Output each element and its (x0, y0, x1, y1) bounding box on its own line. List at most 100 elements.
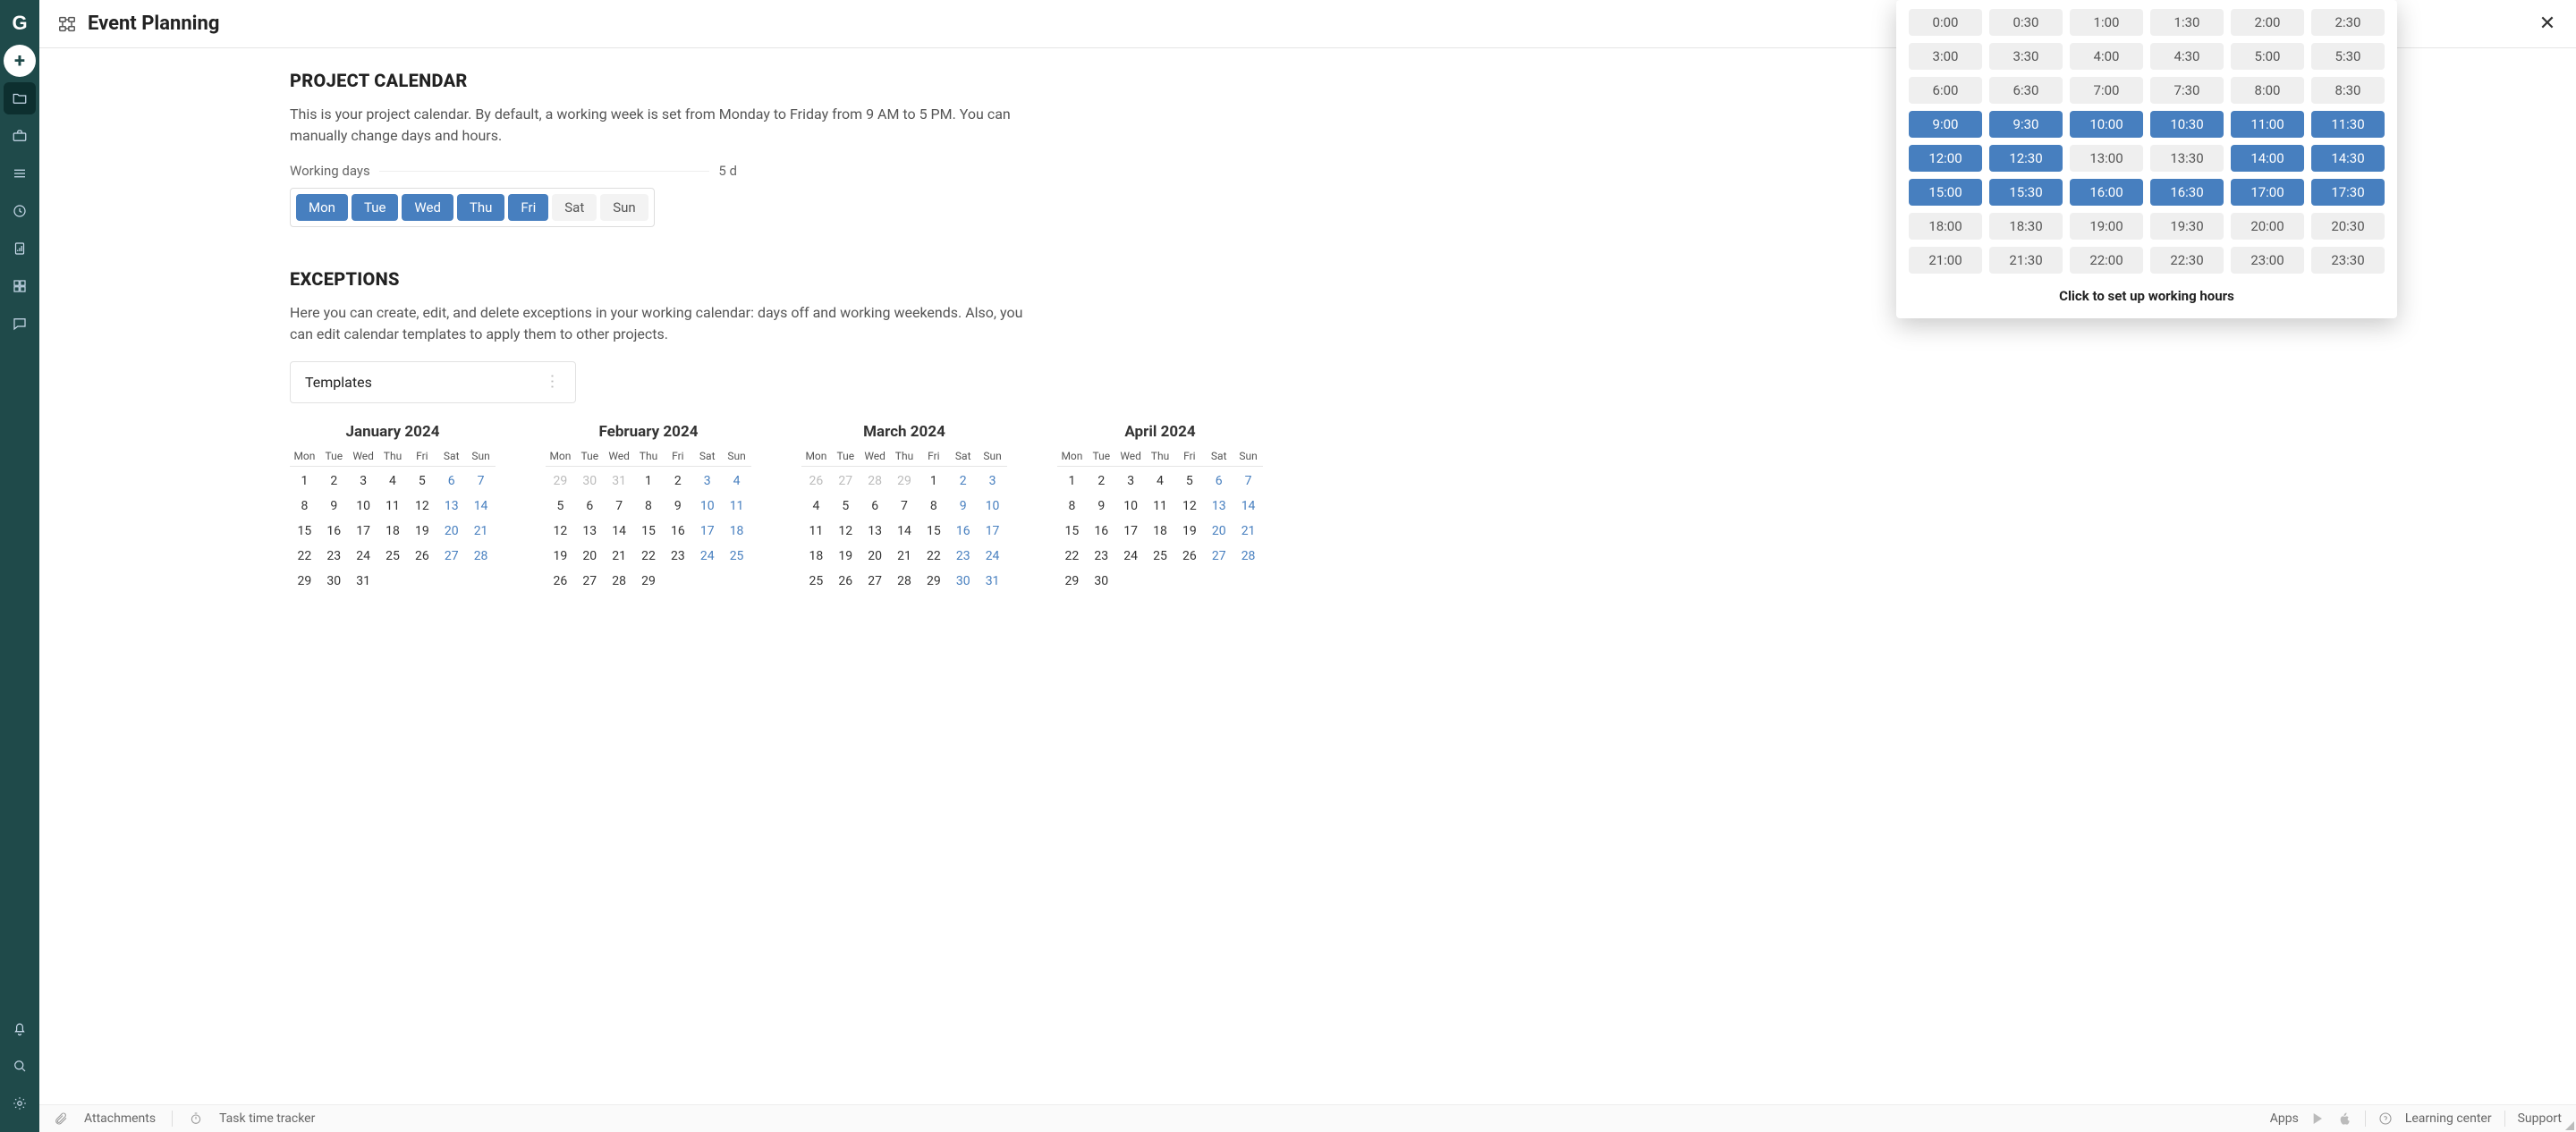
day-cell[interactable]: 26 (546, 572, 575, 590)
day-cell[interactable]: 3 (692, 472, 722, 490)
day-cell[interactable]: 14 (1233, 497, 1263, 515)
day-cell[interactable]: 6 (860, 497, 890, 515)
day-cell[interactable]: 20 (860, 547, 890, 565)
time-slot-0-30[interactable]: 0:30 (1989, 9, 2063, 36)
time-slot-1-00[interactable]: 1:00 (2070, 9, 2143, 36)
time-slot-14-00[interactable]: 14:00 (2231, 145, 2304, 172)
chat-icon[interactable] (4, 308, 36, 340)
day-cell[interactable]: 12 (1174, 497, 1204, 515)
time-slot-0-00[interactable]: 0:00 (1909, 9, 1982, 36)
time-slot-22-30[interactable]: 22:30 (2150, 247, 2224, 274)
day-chip-wed[interactable]: Wed (402, 194, 453, 221)
gear-icon[interactable] (4, 1087, 36, 1119)
time-slot-7-00[interactable]: 7:00 (2070, 77, 2143, 104)
time-slot-21-00[interactable]: 21:00 (1909, 247, 1982, 274)
day-cell[interactable]: 17 (1116, 522, 1146, 540)
time-slot-14-30[interactable]: 14:30 (2311, 145, 2385, 172)
day-cell[interactable]: 13 (436, 497, 466, 515)
day-cell[interactable]: 7 (466, 472, 496, 490)
day-cell[interactable]: 25 (1146, 547, 1175, 565)
bell-icon[interactable] (4, 1012, 36, 1044)
day-cell[interactable]: 28 (1233, 547, 1263, 565)
day-cell[interactable]: 29 (290, 572, 319, 590)
day-cell[interactable]: 11 (722, 497, 751, 515)
day-cell[interactable]: 27 (831, 472, 860, 490)
day-cell[interactable]: 16 (663, 522, 692, 540)
time-slot-9-00[interactable]: 9:00 (1909, 111, 1982, 138)
day-cell[interactable]: 7 (890, 497, 919, 515)
day-cell[interactable]: 21 (1233, 522, 1263, 540)
time-slot-13-30[interactable]: 13:30 (2150, 145, 2224, 172)
day-cell[interactable]: 12 (546, 522, 575, 540)
time-slot-8-30[interactable]: 8:30 (2311, 77, 2385, 104)
day-cell[interactable]: 9 (1087, 497, 1116, 515)
day-cell[interactable]: 27 (436, 547, 466, 565)
day-cell[interactable]: 9 (663, 497, 692, 515)
day-cell[interactable]: 13 (860, 522, 890, 540)
day-cell[interactable]: 3 (1116, 472, 1146, 490)
day-chip-mon[interactable]: Mon (296, 194, 348, 221)
day-cell[interactable]: 18 (1146, 522, 1175, 540)
day-cell[interactable]: 11 (1146, 497, 1175, 515)
day-cell[interactable]: 24 (349, 547, 378, 565)
time-slot-2-00[interactable]: 2:00 (2231, 9, 2304, 36)
day-cell[interactable]: 8 (919, 497, 948, 515)
day-cell[interactable]: 4 (722, 472, 751, 490)
footer-support[interactable]: Support (2518, 1111, 2562, 1126)
day-cell[interactable]: 4 (1146, 472, 1175, 490)
day-cell[interactable]: 23 (663, 547, 692, 565)
day-cell[interactable]: 25 (378, 547, 408, 565)
day-cell[interactable]: 30 (575, 472, 605, 490)
day-cell[interactable]: 23 (319, 547, 349, 565)
folder-icon[interactable] (4, 82, 36, 114)
day-cell[interactable]: 17 (978, 522, 1007, 540)
time-slot-9-30[interactable]: 9:30 (1989, 111, 2063, 138)
day-cell[interactable]: 13 (1204, 497, 1233, 515)
day-cell[interactable]: 1 (634, 472, 664, 490)
day-cell[interactable]: 13 (575, 522, 605, 540)
day-cell[interactable]: 6 (436, 472, 466, 490)
day-cell[interactable]: 17 (692, 522, 722, 540)
time-slot-19-00[interactable]: 19:00 (2070, 213, 2143, 240)
day-cell[interactable]: 14 (890, 522, 919, 540)
day-cell[interactable]: 21 (890, 547, 919, 565)
time-slot-6-00[interactable]: 6:00 (1909, 77, 1982, 104)
day-cell[interactable]: 15 (1057, 522, 1087, 540)
day-cell[interactable]: 29 (1057, 572, 1087, 590)
day-cell[interactable]: 2 (319, 472, 349, 490)
add-button[interactable]: + (4, 45, 36, 77)
day-cell[interactable]: 12 (407, 497, 436, 515)
day-cell[interactable]: 28 (466, 547, 496, 565)
time-slot-13-00[interactable]: 13:00 (2070, 145, 2143, 172)
close-icon[interactable]: ✕ (2537, 13, 2558, 35)
time-slot-10-30[interactable]: 10:30 (2150, 111, 2224, 138)
day-cell[interactable]: 2 (663, 472, 692, 490)
day-cell[interactable]: 29 (546, 472, 575, 490)
logo-g-icon[interactable]: G (4, 7, 36, 39)
day-cell[interactable]: 11 (378, 497, 408, 515)
time-slot-15-30[interactable]: 15:30 (1989, 179, 2063, 206)
search-icon[interactable] (4, 1050, 36, 1082)
day-chip-sun[interactable]: Sun (600, 194, 648, 221)
briefcase-icon[interactable] (4, 120, 36, 152)
day-cell[interactable]: 4 (801, 497, 831, 515)
day-cell[interactable]: 21 (466, 522, 496, 540)
time-slot-3-30[interactable]: 3:30 (1989, 43, 2063, 70)
footer-apps[interactable]: Apps (2270, 1111, 2299, 1126)
footer-task-time-tracker[interactable]: Task time tracker (219, 1111, 315, 1126)
grid-icon[interactable] (4, 270, 36, 302)
time-slot-12-30[interactable]: 12:30 (1989, 145, 2063, 172)
day-cell[interactable]: 11 (801, 522, 831, 540)
day-cell[interactable]: 7 (605, 497, 634, 515)
day-cell[interactable]: 3 (349, 472, 378, 490)
day-cell[interactable]: 20 (436, 522, 466, 540)
time-slot-18-00[interactable]: 18:00 (1909, 213, 1982, 240)
day-cell[interactable]: 28 (890, 572, 919, 590)
day-cell[interactable]: 30 (319, 572, 349, 590)
day-cell[interactable]: 5 (1174, 472, 1204, 490)
day-cell[interactable]: 29 (634, 572, 664, 590)
day-cell[interactable]: 1 (1057, 472, 1087, 490)
apple-icon[interactable] (2338, 1111, 2352, 1126)
day-cell[interactable]: 6 (575, 497, 605, 515)
time-slot-7-30[interactable]: 7:30 (2150, 77, 2224, 104)
